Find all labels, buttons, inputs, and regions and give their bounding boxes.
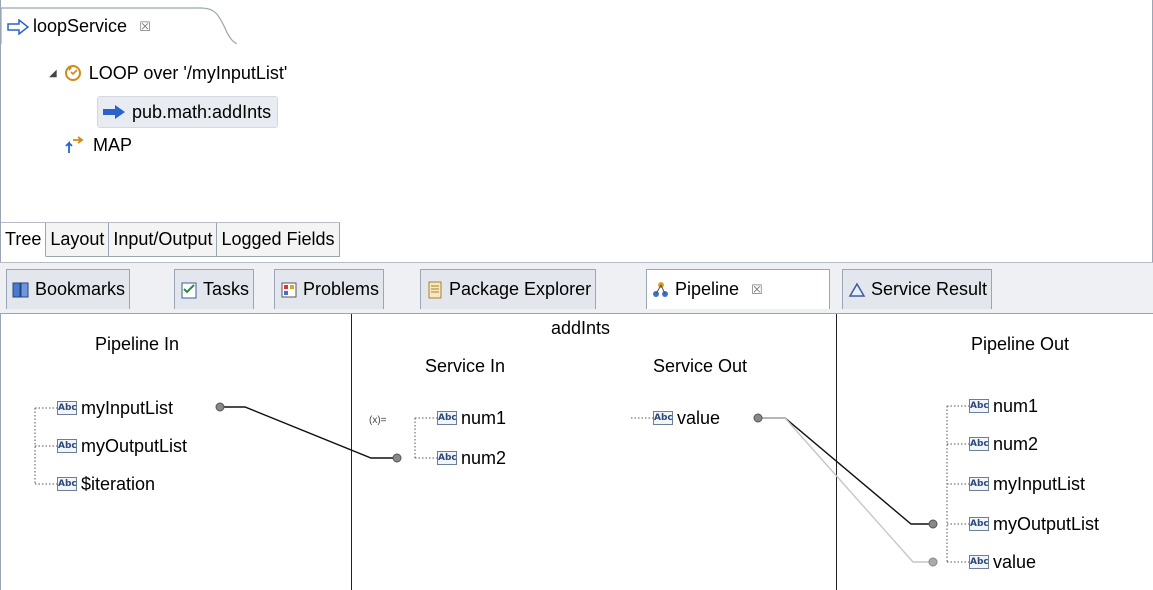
- bookmarks-icon: [12, 282, 29, 297]
- tab-bookmarks[interactable]: Bookmarks: [6, 269, 131, 309]
- string-type-icon: Abc: [969, 399, 989, 413]
- tab-service-result-label: Service Result: [871, 279, 988, 299]
- set-value-icon[interactable]: (x)=: [369, 408, 387, 432]
- tab-layout[interactable]: Layout: [46, 223, 110, 257]
- tree-row-map[interactable]: MAP: [65, 130, 132, 160]
- port-myinputlist[interactable]: [215, 402, 225, 412]
- string-type-icon: Abc: [437, 411, 457, 425]
- map-step-label: MAP: [93, 134, 133, 155]
- editor-tab-loopservice[interactable]: loopService ☒: [1, 6, 237, 44]
- pipeline-in-field-myoutputlist[interactable]: Abc myOutputList: [57, 434, 187, 458]
- field-label: num2: [461, 447, 507, 468]
- string-type-icon: Abc: [969, 477, 989, 491]
- pipeline-out-tree-lines: [946, 405, 969, 563]
- tab-pipeline[interactable]: Pipeline ☒: [646, 269, 830, 309]
- tab-input-output[interactable]: Input/Output: [109, 223, 218, 257]
- tab-package-explorer[interactable]: Package Explorer: [420, 269, 597, 309]
- port-value[interactable]: [928, 557, 938, 567]
- tab-bookmarks-label: Bookmarks: [35, 279, 126, 299]
- editor-view-tabs: Tree Layout Input/Output Logged Fields: [1, 222, 340, 257]
- expand-triangle-icon[interactable]: ◢: [49, 68, 57, 79]
- string-type-icon: Abc: [437, 451, 457, 465]
- pipeline-in-field-iteration[interactable]: Abc $iteration: [57, 472, 155, 496]
- tab-package-explorer-label: Package Explorer: [449, 279, 592, 299]
- tab-pipeline-label: Pipeline: [675, 279, 740, 299]
- pipeline-out-field-myinputlist[interactable]: Abc myInputList: [969, 472, 1085, 496]
- pipeline-in-tree-lines: [34, 407, 57, 485]
- field-label: num1: [461, 407, 507, 428]
- problems-icon: [281, 282, 297, 297]
- pipeline-out-field-value[interactable]: Abc value: [969, 550, 1036, 574]
- link-value-myoutputlist[interactable]: [758, 417, 933, 525]
- pipeline-view: Pipeline In Abc myInputList Abc myOutput…: [0, 314, 1153, 590]
- view-tab-bar: Bookmarks Tasks Problems Package Explore…: [0, 262, 1153, 314]
- tab-tree[interactable]: Tree: [1, 223, 47, 257]
- string-type-icon: Abc: [57, 477, 77, 491]
- field-label: myInputList: [81, 397, 174, 418]
- loop-icon: [64, 65, 81, 81]
- string-type-icon: Abc: [653, 411, 673, 425]
- field-label: num1: [993, 395, 1039, 416]
- service-in-title: Service In: [425, 356, 506, 376]
- service-in-field-num2[interactable]: Abc num2: [437, 446, 506, 470]
- tasks-icon: [181, 282, 197, 298]
- pipeline-icon: [653, 281, 668, 297]
- tab-pipeline-close-icon[interactable]: ☒: [751, 282, 763, 298]
- pipeline-out-field-num2[interactable]: Abc num2: [969, 432, 1038, 456]
- pipeline-in-title: Pipeline In: [95, 334, 180, 354]
- tab-logged-fields[interactable]: Logged Fields: [217, 223, 340, 257]
- field-label: $iteration: [81, 473, 156, 494]
- field-label: myOutputList: [81, 435, 188, 456]
- invoke-arrow-icon: [103, 105, 125, 119]
- tab-problems-label: Problems: [303, 279, 380, 299]
- string-type-icon: Abc: [969, 517, 989, 531]
- string-type-icon: Abc: [57, 439, 77, 453]
- flow-service-icon: [7, 18, 29, 35]
- pipeline-out-field-myoutputlist[interactable]: Abc myOutputList: [969, 512, 1099, 536]
- string-type-icon: Abc: [969, 555, 989, 569]
- service-out-title: Service Out: [653, 356, 748, 376]
- service-name-title: addInts: [551, 318, 611, 338]
- pipeline-in-field-myinputlist[interactable]: Abc myInputList: [57, 396, 173, 420]
- pipeline-out-title: Pipeline Out: [971, 334, 1070, 354]
- service-editor: loopService ☒ ◢ LOOP over '/myInputList'…: [0, 0, 1153, 262]
- string-type-icon: Abc: [969, 437, 989, 451]
- port-myoutputlist[interactable]: [928, 519, 938, 529]
- invoke-step-label: pub.math:addInts: [132, 101, 272, 122]
- editor-tab-bar: loopService ☒: [1, 0, 1152, 44]
- tab-tasks[interactable]: Tasks: [174, 269, 255, 309]
- field-label: myOutputList: [993, 513, 1100, 534]
- service-in-tree-lines: [414, 417, 437, 459]
- service-in-field-num1[interactable]: Abc num1: [437, 406, 506, 430]
- port-num2-in[interactable]: [392, 453, 402, 463]
- loop-step-label: LOOP over '/myInputList': [88, 62, 288, 83]
- field-label: value: [677, 407, 721, 428]
- pipeline-out-field-num1[interactable]: Abc num1: [969, 394, 1038, 418]
- port-value-out[interactable]: [753, 413, 763, 423]
- service-result-icon: [848, 282, 866, 297]
- string-type-icon: Abc: [57, 401, 77, 415]
- editor-tab-close-icon[interactable]: ☒: [139, 19, 151, 35]
- tree-row-invoke-addints[interactable]: pub.math:addInts: [97, 96, 279, 128]
- tree-row-loop[interactable]: ◢ LOOP over '/myInputList': [49, 58, 287, 88]
- field-label: num2: [993, 433, 1039, 454]
- tab-service-result[interactable]: Service Result: [842, 269, 993, 309]
- map-icon: [65, 136, 84, 153]
- tab-tasks-label: Tasks: [203, 279, 250, 299]
- package-explorer-icon: [428, 281, 442, 298]
- field-label: value: [993, 551, 1037, 572]
- tab-problems[interactable]: Problems: [274, 269, 385, 309]
- service-out-field-value[interactable]: Abc value: [653, 406, 720, 430]
- field-label: myInputList: [993, 473, 1086, 494]
- link-value-value[interactable]: [758, 417, 933, 563]
- editor-tab-title: loopService: [33, 16, 128, 36]
- set-value-glyph: (x)=: [369, 414, 387, 426]
